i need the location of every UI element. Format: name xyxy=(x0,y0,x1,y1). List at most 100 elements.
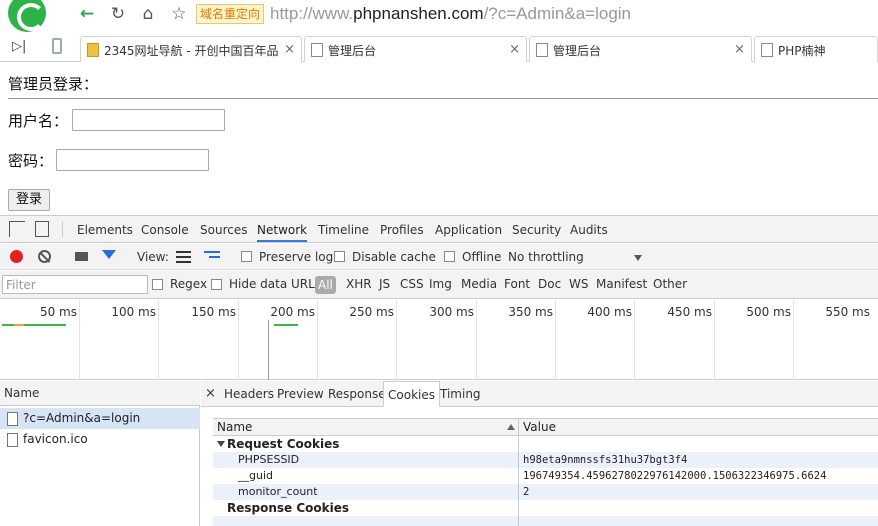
tab-security[interactable]: Security xyxy=(512,216,561,242)
back-arrow-icon[interactable]: ← xyxy=(76,4,98,24)
overview-icon[interactable] xyxy=(204,251,220,263)
phone-icon[interactable] xyxy=(52,38,62,54)
document-icon xyxy=(7,433,18,447)
tab-sources[interactable]: Sources xyxy=(200,216,247,242)
request-list-header[interactable]: Name xyxy=(0,381,200,406)
page-icon xyxy=(536,43,548,57)
inspect-element-icon[interactable] xyxy=(9,221,25,237)
large-rows-icon[interactable] xyxy=(176,251,191,263)
tab-2345[interactable]: 2345网址导航 - 开创中国百年品 × xyxy=(80,36,302,62)
preserve-log-checkbox[interactable] xyxy=(241,251,252,262)
type-filter-js[interactable]: JS xyxy=(379,277,390,291)
tick-label: 300 ms xyxy=(429,305,474,319)
chevron-down-icon[interactable] xyxy=(634,255,642,261)
request-detail: × Headers Preview Response Cookies Timin… xyxy=(201,381,878,526)
tab-preview[interactable]: Preview xyxy=(273,381,328,407)
address-bar-row: ← ↻ ⌂ ☆ 域名重定向 http://www.phpnanshen.com/… xyxy=(0,0,878,32)
redirect-badge[interactable]: 域名重定向 xyxy=(196,4,265,24)
bookmark-star-icon[interactable]: ☆ xyxy=(168,4,190,24)
filter-input[interactable] xyxy=(2,275,148,294)
throttling-select[interactable]: No throttling xyxy=(508,250,584,264)
network-overview[interactable]: 50 ms 100 ms 150 ms 200 ms 250 ms 300 ms… xyxy=(0,300,878,380)
type-filter-doc[interactable]: Doc xyxy=(538,277,561,291)
type-filter-ws[interactable]: WS xyxy=(569,277,588,291)
cookies-table-header: Name Value xyxy=(213,418,878,436)
request-row[interactable]: favicon.ico xyxy=(0,429,200,450)
cookie-name: monitor_count xyxy=(238,485,318,498)
column-header-name[interactable]: Name xyxy=(217,420,252,434)
tab-cookies[interactable]: Cookies xyxy=(383,381,440,407)
hide-data-urls-label: Hide data URLs xyxy=(229,277,322,291)
expand-triangle-icon[interactable] xyxy=(217,441,225,447)
tab-timing[interactable]: Timing xyxy=(436,381,485,407)
type-filter-img[interactable]: Img xyxy=(429,277,452,291)
tab-headers[interactable]: Headers xyxy=(220,381,278,407)
sidebar-toggle-icon[interactable]: ▷| xyxy=(12,39,26,54)
record-icon[interactable] xyxy=(10,250,23,263)
type-filter-manifest[interactable]: Manifest xyxy=(596,277,647,291)
column-divider[interactable] xyxy=(518,418,519,526)
request-bar xyxy=(274,324,298,326)
capture-screenshots-icon[interactable] xyxy=(75,252,88,261)
tab-response[interactable]: Response xyxy=(324,381,390,407)
grid-line xyxy=(714,300,715,380)
group-label: Request Cookies xyxy=(227,437,340,451)
request-row[interactable]: ?c=Admin&a=login xyxy=(0,408,200,429)
cookie-row-empty xyxy=(213,516,878,526)
tab-admin-2[interactable]: 管理后台 × xyxy=(529,36,752,62)
type-filter-css[interactable]: CSS xyxy=(400,277,424,291)
device-mode-icon[interactable] xyxy=(35,221,49,237)
tab-timeline[interactable]: Timeline xyxy=(318,216,369,242)
cookie-name: __guid xyxy=(238,469,273,482)
offline-checkbox[interactable] xyxy=(444,251,455,262)
view-label: View: xyxy=(137,250,169,264)
url-prefix: http://www. xyxy=(270,4,354,23)
filter-icon[interactable] xyxy=(102,250,116,259)
column-header-value[interactable]: Value xyxy=(523,420,556,434)
load-marker xyxy=(268,320,269,380)
tick-label: 350 ms xyxy=(508,305,553,319)
tick-label: 150 ms xyxy=(191,305,236,319)
type-filter-xhr[interactable]: XHR xyxy=(346,277,372,291)
cookie-row[interactable]: PHPSESSID h98eta9nmnssfs31hu37bgt3f4 xyxy=(213,452,878,468)
tab-profiles[interactable]: Profiles xyxy=(380,216,424,242)
tab-console[interactable]: Console xyxy=(141,216,189,242)
tab-php[interactable]: PHP楠神 xyxy=(754,36,878,62)
grid-line xyxy=(634,300,635,380)
request-cookies-group[interactable]: Request Cookies xyxy=(213,436,878,452)
clear-icon[interactable] xyxy=(38,250,51,263)
close-icon[interactable]: × xyxy=(205,386,216,401)
url-field[interactable]: http://www.phpnanshen.com/?c=Admin&a=log… xyxy=(270,3,631,25)
response-cookies-group[interactable]: Response Cookies xyxy=(213,500,878,516)
network-toolbar: View: Preserve log Disable cache Offline… xyxy=(0,244,878,270)
sort-ascending-icon[interactable] xyxy=(507,424,515,430)
type-filter-font[interactable]: Font xyxy=(504,277,530,291)
cookie-row[interactable]: monitor_count 2 xyxy=(213,484,878,500)
tab-close-icon[interactable]: × xyxy=(509,42,520,57)
tab-audits[interactable]: Audits xyxy=(570,216,608,242)
type-filter-all[interactable]: All xyxy=(315,276,336,294)
reload-icon[interactable]: ↻ xyxy=(107,4,129,24)
tick-label: 200 ms xyxy=(270,305,315,319)
tab-close-icon[interactable]: × xyxy=(734,42,745,57)
tab-close-icon[interactable]: × xyxy=(284,42,295,57)
cookie-row[interactable]: __guid 196749354.4596278022976142000.150… xyxy=(213,468,878,484)
tab-application[interactable]: Application xyxy=(435,216,502,242)
password-input[interactable] xyxy=(56,149,209,171)
home-icon[interactable]: ⌂ xyxy=(137,4,159,24)
type-filter-other[interactable]: Other xyxy=(653,277,687,291)
tab-elements[interactable]: Elements xyxy=(77,216,133,242)
type-filter-media[interactable]: Media xyxy=(461,277,497,291)
login-heading: 管理员登录： xyxy=(8,75,99,93)
login-button[interactable]: 登录 xyxy=(8,189,51,211)
tab-admin-1[interactable]: 管理后台 × xyxy=(304,36,527,62)
devtools-panel: Elements Console Sources Network Timelin… xyxy=(0,215,878,526)
tab-network[interactable]: Network xyxy=(257,216,308,242)
username-input[interactable] xyxy=(72,109,225,131)
hide-data-urls-checkbox[interactable] xyxy=(211,279,222,290)
regex-checkbox[interactable] xyxy=(152,279,163,290)
browser-logo-icon xyxy=(8,0,46,32)
tab-title: 2345网址导航 - 开创中国百年品 xyxy=(104,44,279,58)
disable-cache-checkbox[interactable] xyxy=(334,251,345,262)
regex-label: Regex xyxy=(170,277,208,291)
